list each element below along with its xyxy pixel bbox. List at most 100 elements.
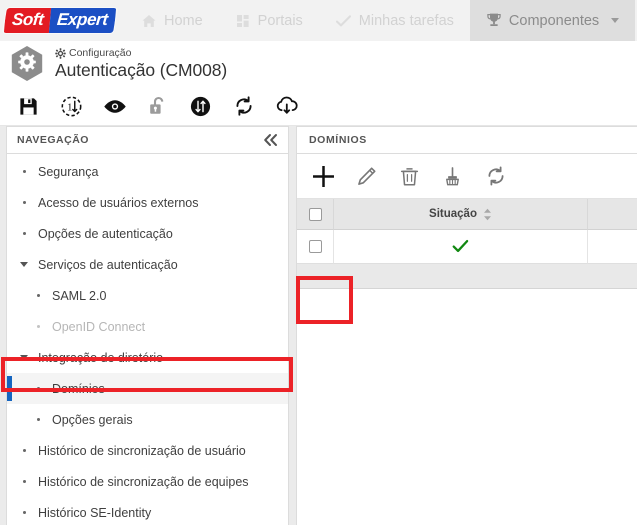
transfer-button[interactable]	[179, 89, 222, 124]
bullet-icon	[31, 294, 45, 297]
sidebar-item-historico-se-identity[interactable]: Histórico SE-Identity	[7, 497, 288, 528]
bullet-icon	[17, 170, 31, 173]
sidebar-item-integracao-de-diretorio[interactable]: Integração de diretório	[7, 342, 288, 373]
select-all-cell	[297, 199, 334, 230]
refresh-button[interactable]	[474, 156, 517, 196]
logo-text-expert: Expert	[49, 8, 117, 33]
domains-panel: DOMÍNIOS Situação	[296, 126, 637, 525]
sidebar-item-seguranca[interactable]: Segurança	[7, 156, 288, 187]
sidebar-item-openid-connect: OpenID Connect	[7, 311, 288, 342]
pencil-icon	[356, 166, 377, 187]
column-header-extra	[588, 199, 637, 230]
breadcrumb: Configuração	[55, 47, 227, 59]
sidebar-item-label: Histórico de sincronização de equipes	[38, 474, 249, 489]
nav-tab-home-label: Home	[163, 12, 203, 29]
gear-small-icon	[55, 47, 66, 59]
action-toolbar: 1	[0, 87, 637, 126]
sort-arrows-icon[interactable]	[483, 208, 492, 221]
sidebar-item-servicos-de-autenticacao[interactable]: Serviços de autenticação	[7, 249, 288, 280]
bullet-icon	[17, 449, 31, 452]
bullet-icon	[17, 511, 31, 514]
navigation-list: Segurança Acesso de usuários externos Op…	[7, 154, 288, 528]
floppy-disk-icon	[18, 96, 39, 117]
chevron-down-icon[interactable]	[611, 18, 620, 23]
nav-tab-portais[interactable]: Portais	[219, 0, 319, 41]
page-title-texts: Configuração Autenticação (CM008)	[55, 47, 227, 81]
top-header-bar: Soft Expert Home Portais Minhas tarefas …	[0, 0, 637, 41]
check-icon	[335, 13, 352, 29]
sidebar-item-label: Serviços de autenticação	[38, 257, 178, 272]
table-row[interactable]	[297, 230, 637, 264]
nav-tab-home[interactable]: Home	[125, 0, 219, 41]
sidebar-item-historico-sincronizacao-equipes[interactable]: Histórico de sincronização de equipes	[7, 466, 288, 497]
revision-button[interactable]: 1	[50, 89, 93, 124]
circle-one-arrow-dashed-icon: 1	[60, 95, 83, 118]
sidebar-item-saml-2-0[interactable]: SAML 2.0	[7, 280, 288, 311]
row-cell-extra	[588, 230, 637, 264]
sidebar-item-label: Integração de diretório	[38, 350, 164, 365]
nav-tab-minhas-tarefas-label: Minhas tarefas	[358, 12, 454, 29]
column-header-situacao[interactable]: Situação	[334, 199, 588, 230]
sidebar-item-opcoes-gerais[interactable]: Opções gerais	[7, 404, 288, 435]
navigation-panel-header: NAVEGAÇÃO	[7, 127, 288, 154]
breadcrumb-label: Configuração	[69, 47, 132, 59]
sidebar-item-dominios[interactable]: Domínios	[7, 373, 288, 404]
svg-text:1: 1	[67, 102, 72, 113]
sidebar-item-label: Opções gerais	[52, 412, 133, 427]
bullet-icon	[17, 201, 31, 204]
nav-tab-componentes-label: Componentes	[508, 12, 600, 29]
triangle-down-icon[interactable]	[17, 355, 31, 360]
bullet-icon	[31, 387, 45, 390]
sidebar-item-label: SAML 2.0	[52, 288, 107, 303]
eye-icon	[103, 98, 127, 115]
table-header-row: Situação	[297, 199, 637, 230]
trash-icon	[399, 166, 420, 187]
row-checkbox[interactable]	[308, 240, 322, 253]
circle-arrows-filled-icon	[189, 95, 212, 118]
sidebar-item-label: Domínios	[52, 381, 105, 396]
plus-icon	[311, 164, 336, 189]
add-button[interactable]	[302, 156, 345, 196]
main-nav-tabs: Home Portais Minhas tarefas Componentes	[125, 0, 636, 41]
delete-button[interactable]	[388, 156, 431, 196]
sync-button[interactable]	[222, 89, 265, 124]
navigation-panel: NAVEGAÇÃO Segurança Acesso de usuários e…	[6, 126, 289, 525]
page-title-area: Configuração Autenticação (CM008)	[0, 41, 637, 87]
sidebar-item-historico-sincronizacao-usuario[interactable]: Histórico de sincronização de usuário	[7, 435, 288, 466]
green-check-icon	[452, 239, 469, 254]
body-area: NAVEGAÇÃO Segurança Acesso de usuários e…	[0, 126, 637, 525]
refresh-icon	[233, 95, 255, 117]
chevron-double-left-icon[interactable]	[262, 133, 280, 147]
trophy-icon	[486, 12, 502, 29]
gear-hexagon-icon	[10, 45, 44, 83]
triangle-down-icon[interactable]	[17, 262, 31, 267]
edit-button[interactable]	[345, 156, 388, 196]
view-button[interactable]	[93, 89, 136, 124]
sidebar-item-label: Opções de autenticação	[38, 226, 173, 241]
nav-tab-componentes[interactable]: Componentes	[469, 0, 636, 41]
domains-table: Situação	[297, 199, 637, 289]
nav-tab-minhas-tarefas[interactable]: Minhas tarefas	[319, 0, 470, 41]
clear-button[interactable]	[431, 156, 474, 196]
bullet-icon	[17, 480, 31, 483]
bullet-icon	[31, 418, 45, 421]
unlock-button	[136, 89, 179, 124]
refresh-icon	[485, 165, 507, 187]
select-all-checkbox[interactable]	[308, 207, 322, 221]
sidebar-item-label: Segurança	[38, 164, 99, 179]
sidebar-item-opcoes-de-autenticacao[interactable]: Opções de autenticação	[7, 218, 288, 249]
column-header-situacao-label: Situação	[429, 208, 477, 220]
bullet-icon	[31, 325, 45, 328]
cloud-download-button[interactable]	[265, 89, 308, 124]
table-footer	[297, 264, 637, 289]
sidebar-item-acesso-usuarios-externos[interactable]: Acesso de usuários externos	[7, 187, 288, 218]
logo-text-soft: Soft	[3, 8, 52, 33]
open-padlock-icon	[147, 95, 169, 117]
domains-toolbar	[297, 154, 637, 199]
row-select-cell	[297, 230, 334, 264]
save-button[interactable]	[7, 89, 50, 124]
nav-tab-portais-label: Portais	[257, 12, 303, 29]
softexpert-logo[interactable]: Soft Expert	[3, 8, 117, 33]
domains-panel-header: DOMÍNIOS	[297, 127, 637, 154]
page-title: Autenticação (CM008)	[55, 60, 228, 80]
